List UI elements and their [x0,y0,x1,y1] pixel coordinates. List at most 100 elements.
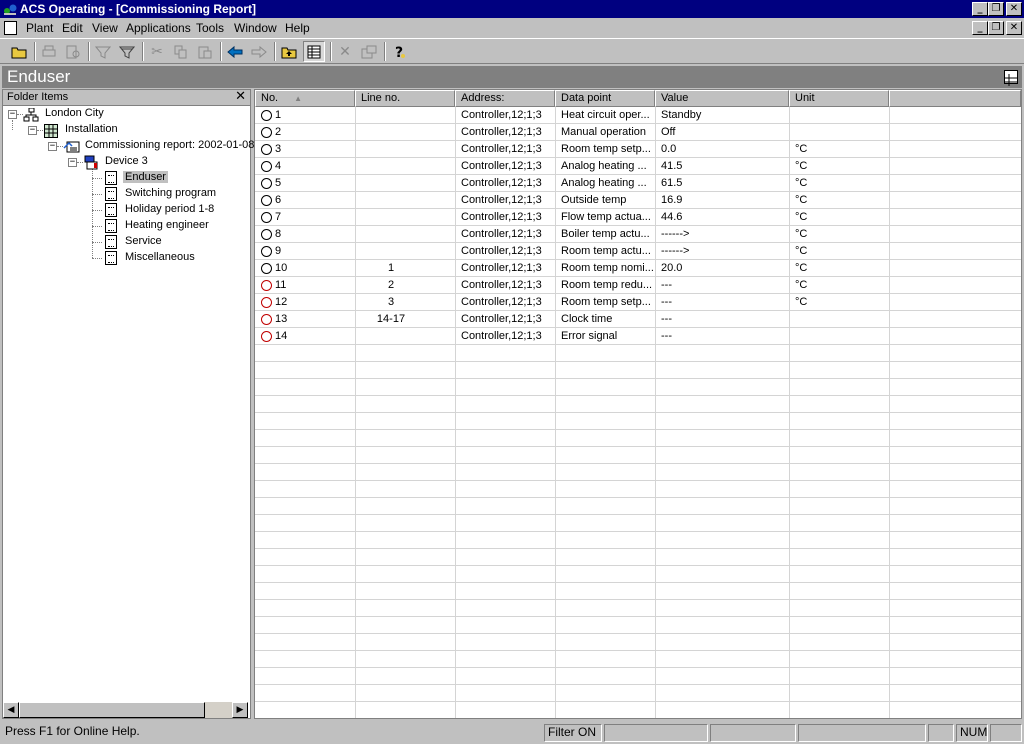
tree-item-miscellaneous[interactable]: Miscellaneous [3,250,250,266]
cell-unit: °C [795,245,808,257]
tree-item-london-city[interactable]: − London City [3,106,250,122]
tree-item-commissioning-report[interactable]: − Commissioning report: 2002-01-08 1 [3,138,264,154]
status-circle-icon [261,280,272,291]
cell-address: Controller,12;1;3 [461,194,542,206]
grid-row-line [255,463,1021,464]
grid-row-line [255,548,1021,549]
cell-unit: °C [795,262,808,274]
table-row[interactable]: 10 1 Controller,12;1;3 Room temp nomi... 20.… [255,260,1021,277]
grid-row-line [255,361,1021,362]
status-help-text: Press F1 for Online Help. [5,724,140,738]
child-restore-button[interactable]: ❐ [988,21,1004,35]
menu-applications[interactable]: Applications [126,21,191,35]
tree-item-enduser[interactable]: Enduser [3,170,250,186]
folder-tree-pane: Folder Items ✕ − London City − Installat… [2,89,264,719]
collapse-icon[interactable]: − [48,142,57,151]
horizontal-scrollbar[interactable]: ◀ ▶ [3,702,248,718]
menu-view[interactable]: View [92,21,118,35]
close-icon[interactable]: ✕ [235,89,246,104]
grid-view-icon[interactable] [303,41,325,62]
properties-icon[interactable] [358,41,380,62]
status-panel-empty-4 [928,724,954,742]
table-row[interactable]: 11 2 Controller,12;1;3 Room temp redu... ---… [255,277,1021,294]
tree-item-heating-engineer[interactable]: Heating engineer [3,218,250,234]
child-close-button[interactable]: ✕ [1006,21,1022,35]
cell-value: 41.5 [661,160,683,172]
cell-unit [795,107,889,124]
delete-icon[interactable]: ✕ [334,41,356,62]
collapse-icon[interactable]: − [28,126,37,135]
tree-item-label: Service [125,235,162,247]
tree-item-holiday-period[interactable]: Holiday period 1-8 [3,202,250,218]
status-circle-icon [261,212,272,223]
grid-row-line [255,684,1021,685]
table-row[interactable]: 3 Controller,12;1;3 Room temp setp... 0.0 °C [255,141,1021,158]
table-row[interactable]: 2 Controller,12;1;3 Manual operation Off [255,124,1021,141]
grid-row-line [255,412,1021,413]
tree-item-switching-program[interactable]: Switching program [3,186,250,202]
column-header-no[interactable]: No. ▲ [255,90,355,107]
cut-icon[interactable]: ✂ [146,41,168,62]
cell-unit: °C [795,160,808,172]
help-icon[interactable]: ? [388,41,410,62]
column-header-value[interactable]: Value [655,90,789,107]
menu-window[interactable]: Window [234,21,277,35]
document-icon[interactable] [4,21,17,35]
grid-row-line [255,650,1021,651]
column-header-data-point[interactable]: Data point [555,90,655,107]
paste-icon[interactable] [194,41,216,62]
table-row[interactable]: 9 Controller,12;1;3 Room temp actu... -----… [255,243,1021,260]
forward-arrow-icon[interactable] [248,41,270,62]
minimize-button[interactable]: _ [972,2,988,16]
cell-address: Controller,12;1;3 [461,126,542,138]
cell-address: Controller,12;1;3 [461,211,542,223]
table-row[interactable]: 8 Controller,12;1;3 Boiler temp actu... ---… [255,226,1021,243]
status-num: NUM [956,724,988,742]
grid-toggle-icon[interactable] [1004,70,1018,86]
table-row[interactable]: 5 Controller,12;1;3 Analog heating ... 61.5… [255,175,1021,192]
cell-no: 9 [275,245,282,257]
menu-edit[interactable]: Edit [62,21,83,35]
table-row[interactable]: 14 Controller,12;1;3 Error signal --- [255,328,1021,345]
collapse-icon[interactable]: − [68,158,77,167]
filter-edit-icon[interactable] [116,41,138,62]
table-row[interactable]: 6 Controller,12;1;3 Outside temp 16.9 °C [255,192,1021,209]
table-row[interactable]: 13 14-17 Controller,12;1;3 Clock time --- [255,311,1021,328]
column-header-address[interactable]: Address: [455,90,555,107]
up-folder-icon[interactable] [278,41,300,62]
child-minimize-button[interactable]: _ [972,21,988,35]
filter-icon[interactable] [92,41,114,62]
scroll-thumb[interactable] [19,702,205,718]
cell-data-point: Room temp redu... [561,279,653,291]
close-button[interactable]: ✕ [1006,2,1022,16]
column-header-line-no[interactable]: Line no. [355,90,455,107]
network-icon [23,108,39,122]
scroll-right-icon[interactable]: ▶ [232,702,248,718]
print-icon[interactable] [38,41,60,62]
table-row[interactable]: 7 Controller,12;1;3 Flow temp actua... 44.6… [255,209,1021,226]
copy-icon[interactable] [170,41,192,62]
table-row[interactable]: 12 3 Controller,12;1;3 Room temp setp... ---… [255,294,1021,311]
status-panel-empty-5 [990,724,1022,742]
print-preview-icon[interactable] [62,41,84,62]
tree-item-service[interactable]: Service [3,234,250,250]
table-row[interactable]: 1 Controller,12;1;3 Heat circuit oper... St… [255,107,1021,124]
status-panel-empty-1 [604,724,708,742]
cell-data-point: Flow temp actua... [561,211,651,223]
menu-tools[interactable]: Tools [196,21,224,35]
cell-value: ------> [661,228,690,240]
cell-no: 8 [275,228,282,240]
table-row[interactable]: 4 Controller,12;1;3 Analog heating ... 41.5… [255,158,1021,175]
open-folder-icon[interactable] [8,41,30,62]
back-arrow-icon[interactable] [224,41,246,62]
column-header-unit[interactable]: Unit [789,90,889,107]
pane-header: Enduser [2,66,1022,88]
collapse-icon[interactable]: − [8,110,17,119]
scroll-left-icon[interactable]: ◀ [3,702,19,718]
cell-value: ------> [661,245,690,257]
menu-plant[interactable]: Plant [26,21,53,35]
restore-button[interactable]: ❐ [988,2,1004,16]
tree-item-device-3[interactable]: − Device 3 [3,154,250,170]
tree-item-installation[interactable]: − Installation [3,122,250,138]
menu-help[interactable]: Help [285,21,310,35]
